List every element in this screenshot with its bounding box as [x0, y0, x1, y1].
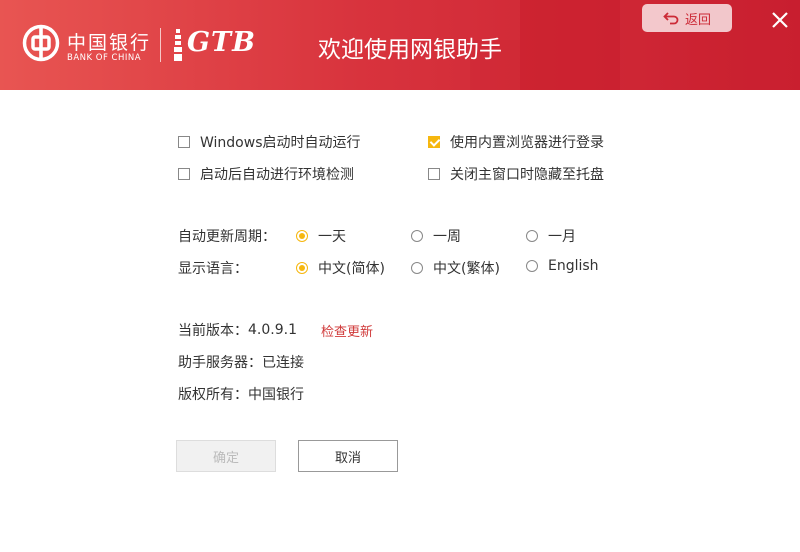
server-row: 助手服务器： 已连接: [178, 352, 304, 372]
use-builtin-browser-label: 使用内置浏览器进行登录: [450, 135, 604, 151]
update-cycle-option-week[interactable]: 一周: [411, 226, 461, 246]
header-banner: 中国银行 BANK OF CHINA GTB 欢迎使用网银助手 返回: [0, 0, 800, 90]
startup-auto-run-checkbox[interactable]: [178, 136, 190, 148]
option-startup-auto-run[interactable]: Windows启动时自动运行: [178, 132, 361, 152]
language-traditional-radio[interactable]: [411, 262, 423, 274]
version-label: 当前版本：: [178, 323, 248, 339]
hide-to-tray-checkbox[interactable]: [428, 168, 440, 180]
header-decoration: [520, 0, 620, 90]
back-button-label: 返回: [684, 12, 711, 28]
gtb-logo: GTB: [187, 27, 256, 58]
server-label: 助手服务器：: [178, 355, 262, 371]
option-use-builtin-browser[interactable]: 使用内置浏览器进行登录: [428, 132, 604, 152]
update-cycle-day-radio[interactable]: [296, 230, 308, 242]
language-label-row: 显示语言：: [178, 258, 248, 278]
language-english-radio[interactable]: [526, 260, 538, 272]
server-status: 已连接: [262, 355, 304, 371]
language-traditional-label: 中文(繁体): [433, 261, 500, 277]
language-simplified-label: 中文(简体): [318, 261, 385, 277]
cancel-button[interactable]: 取消: [298, 440, 398, 472]
update-cycle-label: 自动更新周期：: [178, 229, 276, 245]
gtb-tower-icon: [174, 29, 182, 61]
bank-name-cn: 中国银行: [67, 32, 152, 54]
copyright-label: 版权所有：: [178, 387, 248, 403]
update-cycle-label-row: 自动更新周期：: [178, 226, 276, 246]
check-update-row[interactable]: 检查更新: [321, 321, 373, 340]
check-update-link[interactable]: 检查更新: [321, 321, 373, 340]
language-option-english[interactable]: English: [526, 258, 599, 274]
startup-auto-run-label: Windows启动时自动运行: [200, 135, 361, 151]
ok-button[interactable]: 确定: [176, 440, 276, 472]
copyright-holder: 中国银行: [248, 387, 304, 403]
back-button[interactable]: 返回: [642, 4, 732, 32]
page-title: 欢迎使用网银助手: [318, 37, 502, 63]
version-row: 当前版本： 4.0.9.1: [178, 320, 297, 340]
option-auto-env-check[interactable]: 启动后自动进行环境检测: [178, 164, 354, 184]
update-cycle-option-day[interactable]: 一天: [296, 226, 346, 246]
update-cycle-day-label: 一天: [318, 229, 346, 245]
update-cycle-week-label: 一周: [433, 229, 461, 245]
bank-of-china-logo-icon: [22, 24, 60, 62]
hide-to-tray-label: 关闭主窗口时隐藏至托盘: [450, 167, 604, 183]
close-icon[interactable]: [771, 11, 789, 29]
language-option-simplified[interactable]: 中文(简体): [296, 258, 385, 278]
update-cycle-month-radio[interactable]: [526, 230, 538, 242]
language-english-label: English: [548, 258, 599, 274]
update-cycle-week-radio[interactable]: [411, 230, 423, 242]
auto-env-check-checkbox[interactable]: [178, 168, 190, 180]
version-value: 4.0.9.1: [248, 322, 297, 338]
update-cycle-month-label: 一月: [548, 229, 576, 245]
option-hide-to-tray[interactable]: 关闭主窗口时隐藏至托盘: [428, 164, 604, 184]
language-option-traditional[interactable]: 中文(繁体): [411, 258, 500, 278]
language-simplified-radio[interactable]: [296, 262, 308, 274]
header-divider: [160, 28, 161, 62]
bank-name-en: BANK OF CHINA: [67, 53, 142, 63]
auto-env-check-label: 启动后自动进行环境检测: [200, 167, 354, 183]
use-builtin-browser-checkbox[interactable]: [428, 136, 440, 148]
copyright-row: 版权所有： 中国银行: [178, 384, 304, 404]
language-label: 显示语言：: [178, 261, 248, 277]
return-arrow-icon: [663, 12, 679, 25]
update-cycle-option-month[interactable]: 一月: [526, 226, 576, 246]
